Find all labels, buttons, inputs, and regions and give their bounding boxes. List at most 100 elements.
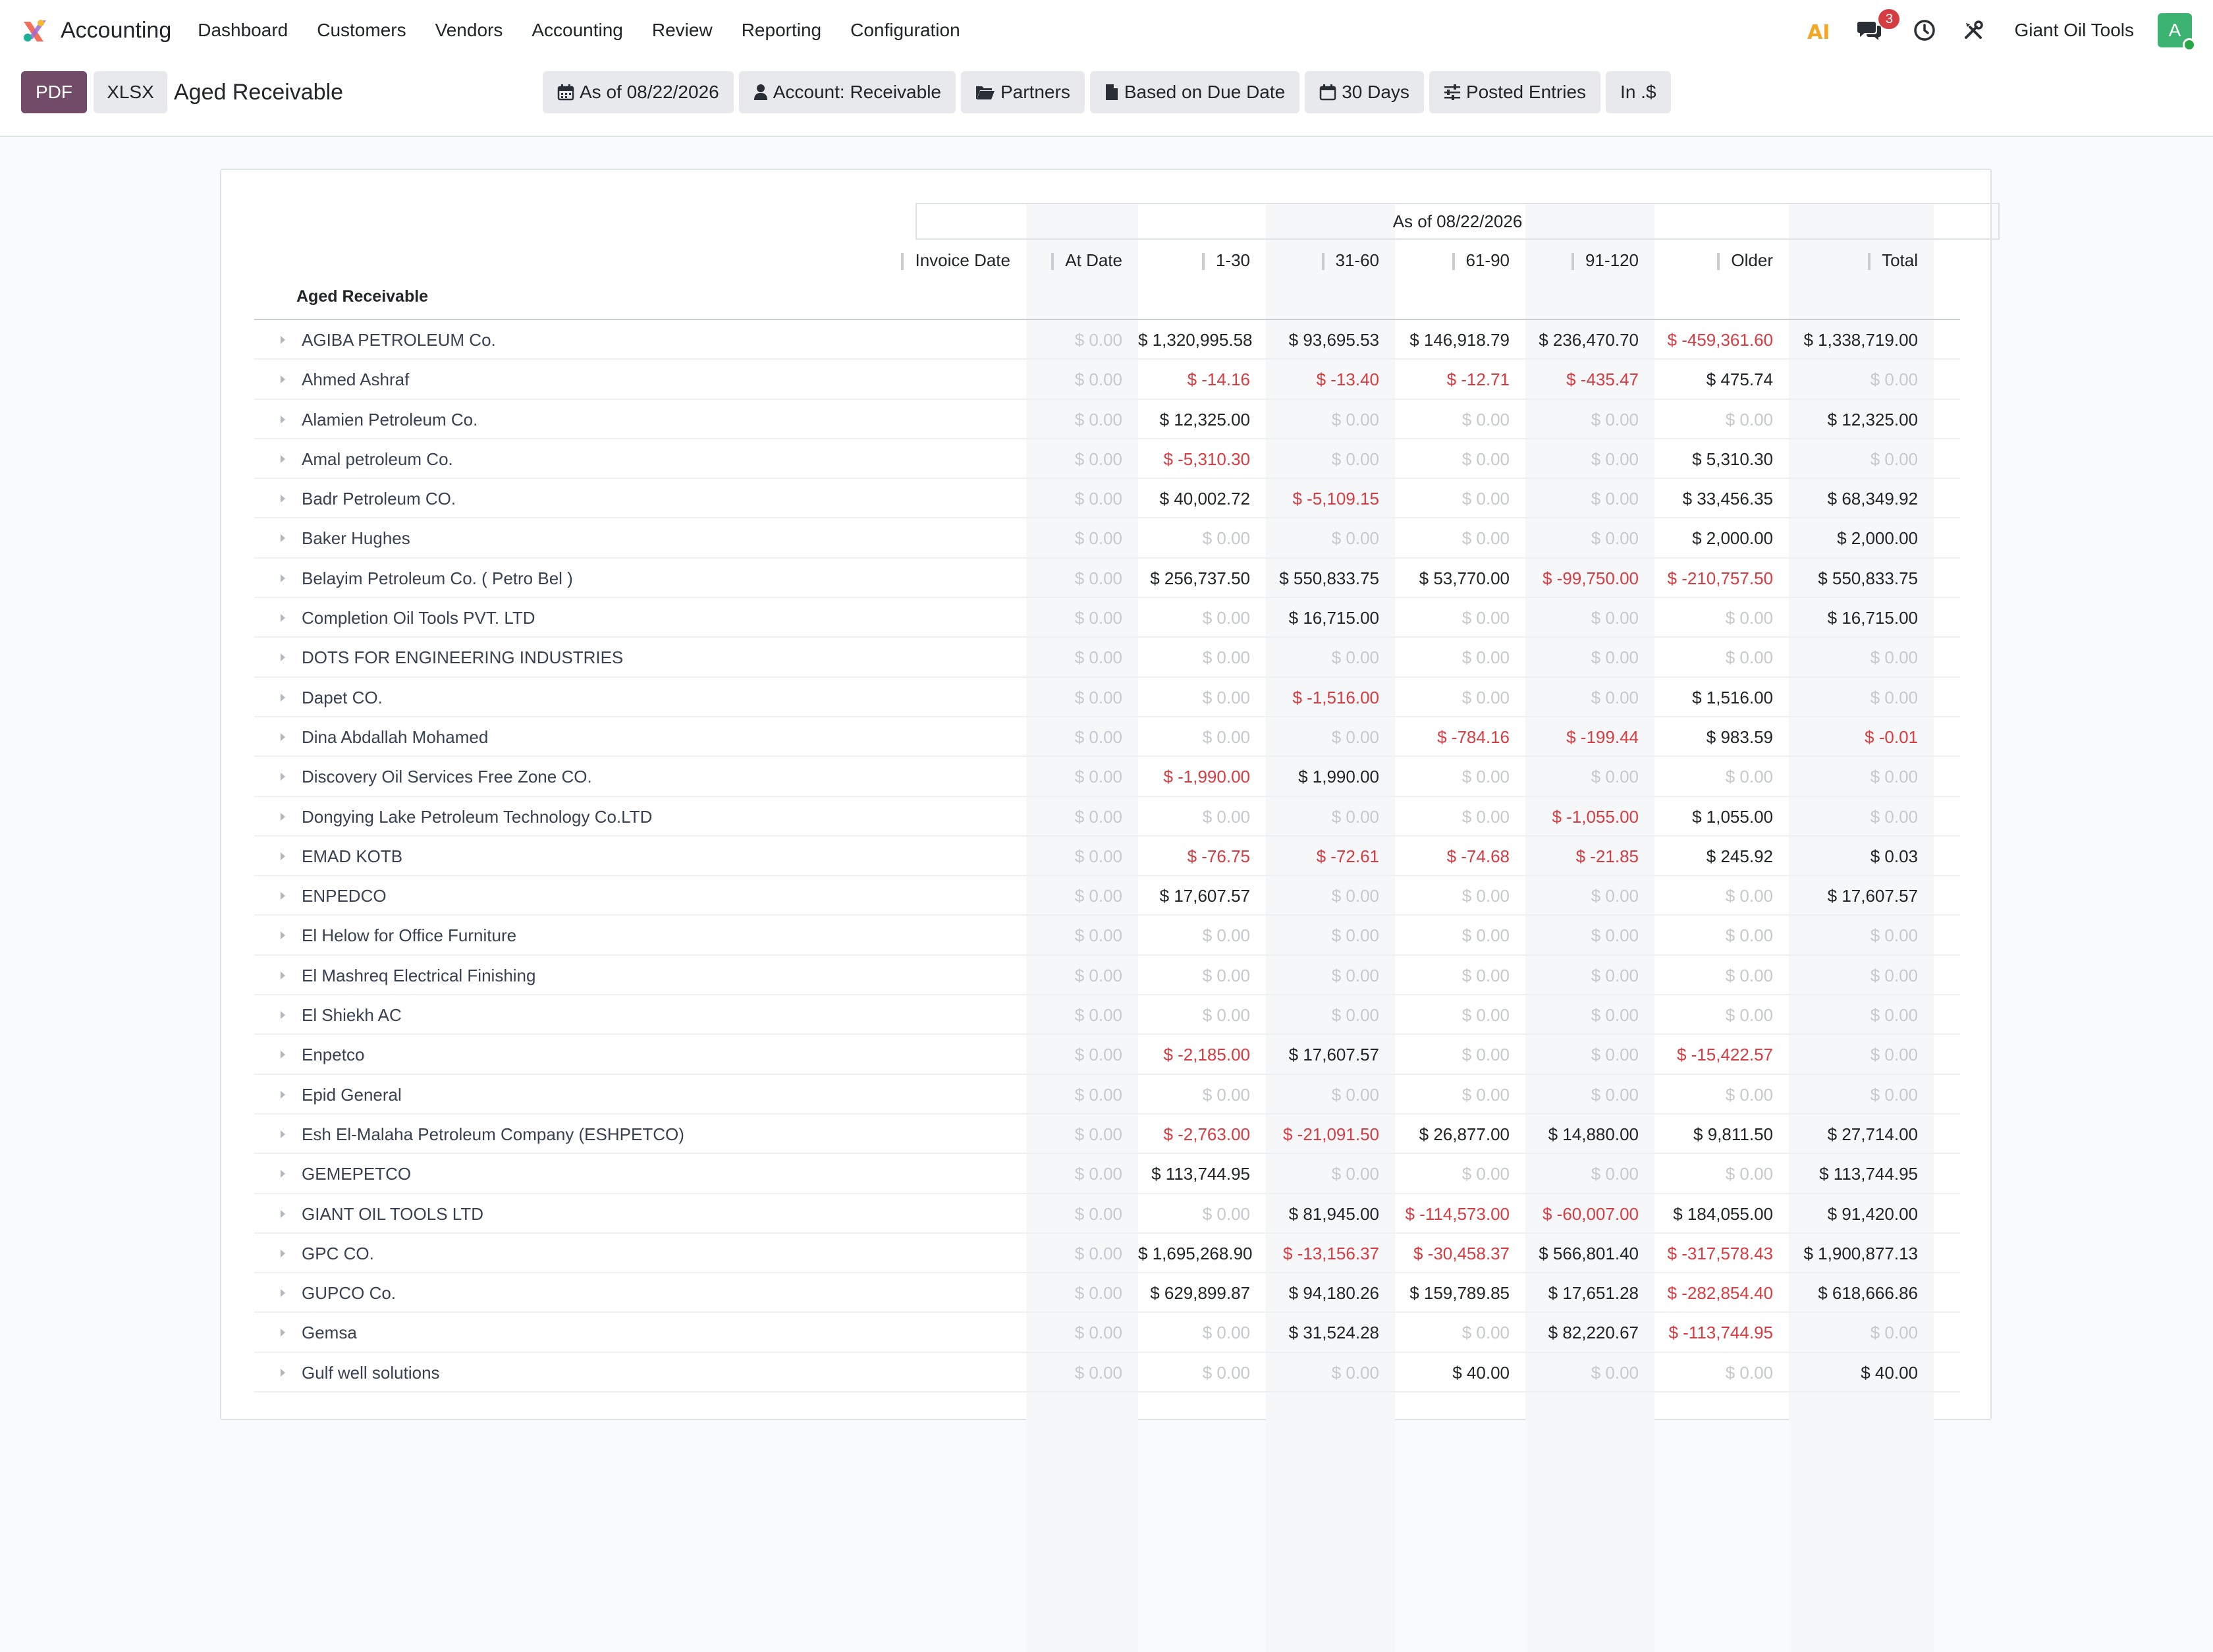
expand-caret-icon[interactable]: [281, 614, 285, 622]
partner-name[interactable]: AGIBA PETROLEUM Co.: [302, 320, 496, 360]
table-row[interactable]: Amal petroleum Co. $ 0.00 $ -5,310.30 $ 0.0…: [254, 439, 1960, 480]
table-row[interactable]: El Mashreq Electrical Finishing $ 0.00 $ 0…: [254, 956, 1960, 996]
expand-caret-icon[interactable]: [281, 1130, 285, 1138]
expand-caret-icon[interactable]: [281, 773, 285, 781]
partner-name[interactable]: Discovery Oil Services Free Zone CO.: [302, 757, 592, 796]
expand-caret-icon[interactable]: [281, 534, 285, 543]
partner-name[interactable]: GPC CO.: [302, 1234, 374, 1273]
table-row[interactable]: Dapet CO. $ 0.00 $ 0.00 $ -1,516.00 $ 0.00 $ …: [254, 678, 1960, 717]
account-filter-button[interactable]: Account: Receivable: [738, 71, 956, 113]
user-avatar[interactable]: A: [2158, 13, 2196, 51]
table-row[interactable]: ENPEDCO $ 0.00 $ 17,607.57 $ 0.00 $ 0.00 $ 0.…: [254, 876, 1960, 916]
period-filter-button[interactable]: 30 Days: [1305, 71, 1424, 113]
table-row[interactable]: GPC CO. $ 0.00 $ 1,695,268.90 $ -13,156.37 $…: [254, 1234, 1960, 1274]
expand-caret-icon[interactable]: [281, 415, 285, 424]
table-row[interactable]: DOTS FOR ENGINEERING INDUSTRIES $ 0.00 $ 0…: [254, 638, 1960, 678]
table-row[interactable]: Ahmed Ashraf $ 0.00 $ -14.16 $ -13.40 $ -12.…: [254, 360, 1960, 400]
partner-name[interactable]: Belayim Petroleum Co. ( Petro Bel ): [302, 559, 573, 598]
partner-name[interactable]: Dina Abdallah Mohamed: [302, 717, 488, 757]
table-row[interactable]: AGIBA PETROLEUM Co. $ 0.00 $ 1,320,995.58 $…: [254, 320, 1960, 360]
activity-clock-icon[interactable]: [1911, 17, 1938, 43]
expand-caret-icon[interactable]: [281, 1209, 285, 1218]
currency-filter-button[interactable]: In .$: [1606, 71, 1671, 113]
partner-name[interactable]: EMAD KOTB: [302, 837, 402, 876]
table-row[interactable]: Enpetco $ 0.00 $ -2,185.00 $ 17,607.57 $ 0.0…: [254, 1035, 1960, 1075]
expand-caret-icon[interactable]: [281, 732, 285, 741]
expand-caret-icon[interactable]: [281, 653, 285, 662]
table-row[interactable]: Dongying Lake Petroleum Technology Co.LT…: [254, 797, 1960, 837]
table-row[interactable]: EMAD KOTB $ 0.00 $ -76.75 $ -72.61 $ -74.68 $…: [254, 837, 1960, 877]
table-row[interactable]: Gulf well solutions $ 0.00 $ 0.00 $ 0.00 $ 4…: [254, 1353, 1960, 1393]
entries-filter-button[interactable]: Posted Entries: [1429, 71, 1601, 113]
table-row[interactable]: Epid General $ 0.00 $ 0.00 $ 0.00 $ 0.00 $ 0.…: [254, 1075, 1960, 1115]
partners-filter-button[interactable]: Partners: [961, 71, 1085, 113]
expand-caret-icon[interactable]: [281, 454, 285, 463]
col-at-date[interactable]: At Date: [1026, 240, 1138, 321]
expand-caret-icon[interactable]: [281, 693, 285, 702]
expand-caret-icon[interactable]: [281, 1289, 285, 1298]
partner-name[interactable]: El Mashreq Electrical Finishing: [302, 956, 535, 995]
partner-name[interactable]: Dongying Lake Petroleum Technology Co.LT…: [302, 797, 652, 837]
menu-reporting[interactable]: Reporting: [742, 20, 821, 41]
menu-accounting[interactable]: Accounting: [532, 20, 623, 41]
partner-name[interactable]: DOTS FOR ENGINEERING INDUSTRIES: [302, 638, 623, 677]
expand-caret-icon[interactable]: [281, 1249, 285, 1257]
expand-caret-icon[interactable]: [281, 1011, 285, 1020]
partner-name[interactable]: Ahmed Ashraf: [302, 360, 409, 399]
pdf-export-button[interactable]: PDF: [21, 71, 87, 113]
ai-icon[interactable]: AI: [1807, 17, 1834, 43]
table-row[interactable]: Discovery Oil Services Free Zone CO. $ 0.…: [254, 757, 1960, 797]
partner-name[interactable]: Badr Petroleum CO.: [302, 479, 456, 518]
partner-name[interactable]: Baker Hughes: [302, 518, 410, 558]
col-61-90[interactable]: 61-90: [1395, 240, 1525, 321]
xlsx-export-button[interactable]: XLSX: [94, 71, 167, 113]
expand-caret-icon[interactable]: [281, 971, 285, 979]
expand-caret-icon[interactable]: [281, 852, 285, 860]
table-row[interactable]: GUPCO Co. $ 0.00 $ 629,899.87 $ 94,180.26 $ …: [254, 1273, 1960, 1313]
partner-name[interactable]: Enpetco: [302, 1035, 364, 1074]
partner-name[interactable]: Dapet CO.: [302, 678, 383, 717]
table-row[interactable]: Belayim Petroleum Co. ( Petro Bel ) $ 0.0…: [254, 559, 1960, 599]
partner-name[interactable]: ENPEDCO: [302, 876, 387, 916]
expand-caret-icon[interactable]: [281, 1051, 285, 1059]
expand-caret-icon[interactable]: [281, 1090, 285, 1099]
menu-configuration[interactable]: Configuration: [850, 20, 960, 41]
table-row[interactable]: Baker Hughes $ 0.00 $ 0.00 $ 0.00 $ 0.00 $ 0.…: [254, 518, 1960, 559]
menu-review[interactable]: Review: [652, 20, 713, 41]
table-row[interactable]: Badr Petroleum CO. $ 0.00 $ 40,002.72 $ -5,…: [254, 479, 1960, 519]
messages-icon[interactable]: 3: [1856, 9, 1900, 43]
table-row[interactable]: El Helow for Office Furniture $ 0.00 $ 0.0…: [254, 916, 1960, 956]
partner-name[interactable]: GUPCO Co.: [302, 1273, 396, 1313]
partner-name[interactable]: El Helow for Office Furniture: [302, 916, 516, 955]
col-31-60[interactable]: 31-60: [1266, 240, 1395, 321]
company-switcher[interactable]: Giant Oil Tools: [2014, 20, 2134, 41]
partner-name[interactable]: Gemsa: [302, 1313, 357, 1352]
table-row[interactable]: El Shiekh AC $ 0.00 $ 0.00 $ 0.00 $ 0.00 $ 0.…: [254, 995, 1960, 1035]
menu-vendors[interactable]: Vendors: [435, 20, 503, 41]
expand-caret-icon[interactable]: [281, 812, 285, 821]
table-row[interactable]: Esh El-Malaha Petroleum Company (ESHPETC…: [254, 1115, 1960, 1155]
app-brand[interactable]: Accounting: [21, 16, 171, 44]
date-filter-button[interactable]: As of 08/22/2026: [543, 71, 734, 113]
col-total[interactable]: Total: [1789, 240, 1934, 321]
menu-customers[interactable]: Customers: [317, 20, 406, 41]
expand-caret-icon[interactable]: [281, 495, 285, 503]
col-1-30[interactable]: 1-30: [1138, 240, 1266, 321]
expand-caret-icon[interactable]: [281, 375, 285, 384]
partner-name[interactable]: Amal petroleum Co.: [302, 439, 453, 479]
table-row[interactable]: Alamien Petroleum Co. $ 0.00 $ 12,325.00 $ …: [254, 400, 1960, 439]
partner-name[interactable]: Alamien Petroleum Co.: [302, 400, 478, 439]
partner-name[interactable]: Gulf well solutions: [302, 1353, 440, 1392]
col-91-120[interactable]: 91-120: [1525, 240, 1654, 321]
partner-name[interactable]: Esh El-Malaha Petroleum Company (ESHPETC…: [302, 1115, 684, 1154]
menu-dashboard[interactable]: Dashboard: [198, 20, 288, 41]
table-row[interactable]: GEMEPETCO $ 0.00 $ 113,744.95 $ 0.00 $ 0.00 $…: [254, 1154, 1960, 1194]
partner-name[interactable]: GIANT OIL TOOLS LTD: [302, 1194, 483, 1234]
partner-name[interactable]: El Shiekh AC: [302, 995, 402, 1035]
expand-caret-icon[interactable]: [281, 574, 285, 582]
expand-caret-icon[interactable]: [281, 892, 285, 900]
expand-caret-icon[interactable]: [281, 336, 285, 344]
partner-name[interactable]: Epid General: [302, 1075, 402, 1115]
partner-name[interactable]: GEMEPETCO: [302, 1154, 411, 1194]
table-row[interactable]: Completion Oil Tools PVT. LTD $ 0.00 $ 0.0…: [254, 598, 1960, 638]
